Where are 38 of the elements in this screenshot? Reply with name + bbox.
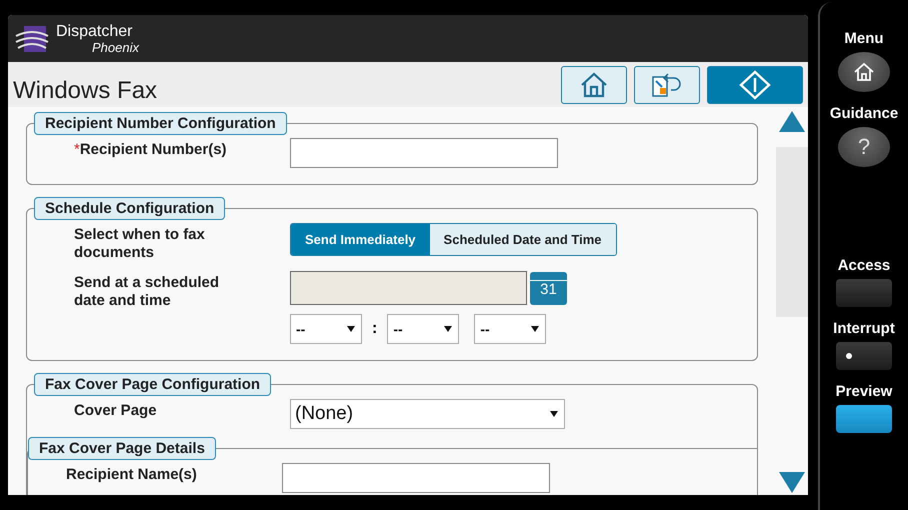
panel-label: Access	[838, 257, 890, 274]
panel-label: Interrupt	[833, 320, 895, 337]
dropdown-caret-icon	[550, 410, 558, 418]
toggle-option[interactable]: Send Immediately	[291, 224, 430, 255]
back-button[interactable]	[634, 66, 700, 104]
home-icon	[579, 72, 609, 98]
field-label: Send at a scheduled date and time	[74, 273, 220, 311]
scrollbar-thumb[interactable]	[776, 147, 808, 317]
section-title: Fax Cover Page Configuration	[34, 373, 272, 396]
brand-subtitle: Phoenix	[92, 40, 139, 54]
home-button[interactable]	[561, 66, 627, 104]
section-title: Recipient Number Configuration	[34, 112, 287, 135]
start-button[interactable]	[707, 66, 803, 104]
field-label: Cover Page	[74, 401, 158, 421]
scroll-down-icon[interactable]	[778, 471, 806, 495]
dropdown-caret-icon	[444, 325, 452, 333]
time-separator: :	[372, 320, 378, 338]
section-title: Fax Cover Page Details	[28, 437, 216, 460]
dropdown-caret-icon	[347, 325, 355, 333]
panel-label: Preview	[836, 383, 892, 400]
input-field[interactable]	[290, 138, 558, 168]
brand-name: Dispatcher	[56, 24, 134, 40]
toggle-option[interactable]: Scheduled Date and Time	[430, 224, 616, 255]
cover-page-dropdown[interactable]: (None)	[290, 399, 565, 429]
field-label: Select when to fax documents	[74, 225, 206, 262]
dropdown-caret-icon	[531, 325, 540, 333]
guidance-button[interactable]: ?	[838, 127, 890, 167]
menu-button[interactable]	[838, 52, 890, 92]
section-title: Schedule Configuration	[34, 197, 226, 220]
field-label: Recipient Name(s)	[66, 465, 198, 485]
page-title: Windows Fax	[12, 77, 158, 106]
start-icon	[738, 70, 772, 100]
home-icon	[853, 62, 875, 82]
field-label: *Recipient Number(s)	[74, 140, 228, 160]
panel-label: Menu	[844, 30, 884, 47]
scroll-up-icon[interactable]	[778, 109, 806, 133]
input-field[interactable]	[282, 463, 550, 493]
panel-label: Guidance	[830, 105, 898, 122]
